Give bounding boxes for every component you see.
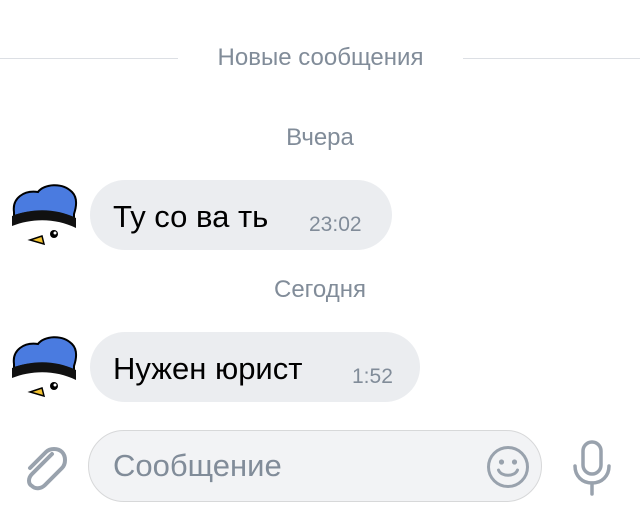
date-separator: Вчера: [286, 124, 354, 151]
microphone-icon: [573, 440, 611, 496]
message-composer: Сообщение: [0, 424, 640, 514]
message-time: 1:52: [352, 365, 393, 388]
message-input-placeholder: Сообщение: [113, 448, 282, 483]
attach-button[interactable]: [18, 440, 72, 494]
voice-message-button[interactable]: [566, 438, 618, 498]
message-time: 23:02: [309, 213, 362, 236]
message-text: Нужен юрист: [113, 351, 303, 386]
divider-line-right: [463, 58, 640, 59]
smile-icon: [487, 446, 529, 488]
message-bubble[interactable]: Ту со ва ть 23:02: [90, 180, 392, 250]
penguin-avatar-icon: [12, 184, 77, 246]
message-bubble[interactable]: Нужен юрист 1:52: [90, 332, 420, 402]
divider-line-left: [0, 58, 178, 59]
message-text: Ту со ва ть: [113, 199, 269, 234]
emoji-button[interactable]: [486, 445, 530, 489]
chat-view: Новые сообщения Вчера Ту со ва ть 23:02 …: [0, 0, 640, 514]
new-messages-divider: Новые сообщения: [0, 44, 640, 72]
date-separator: Сегодня: [274, 276, 366, 303]
avatar[interactable]: [10, 182, 78, 248]
message-input[interactable]: Сообщение: [88, 430, 542, 502]
penguin-avatar-icon: [12, 336, 77, 398]
paperclip-icon: [27, 447, 67, 491]
new-messages-label: Новые сообщения: [217, 44, 424, 71]
avatar[interactable]: [10, 334, 78, 400]
